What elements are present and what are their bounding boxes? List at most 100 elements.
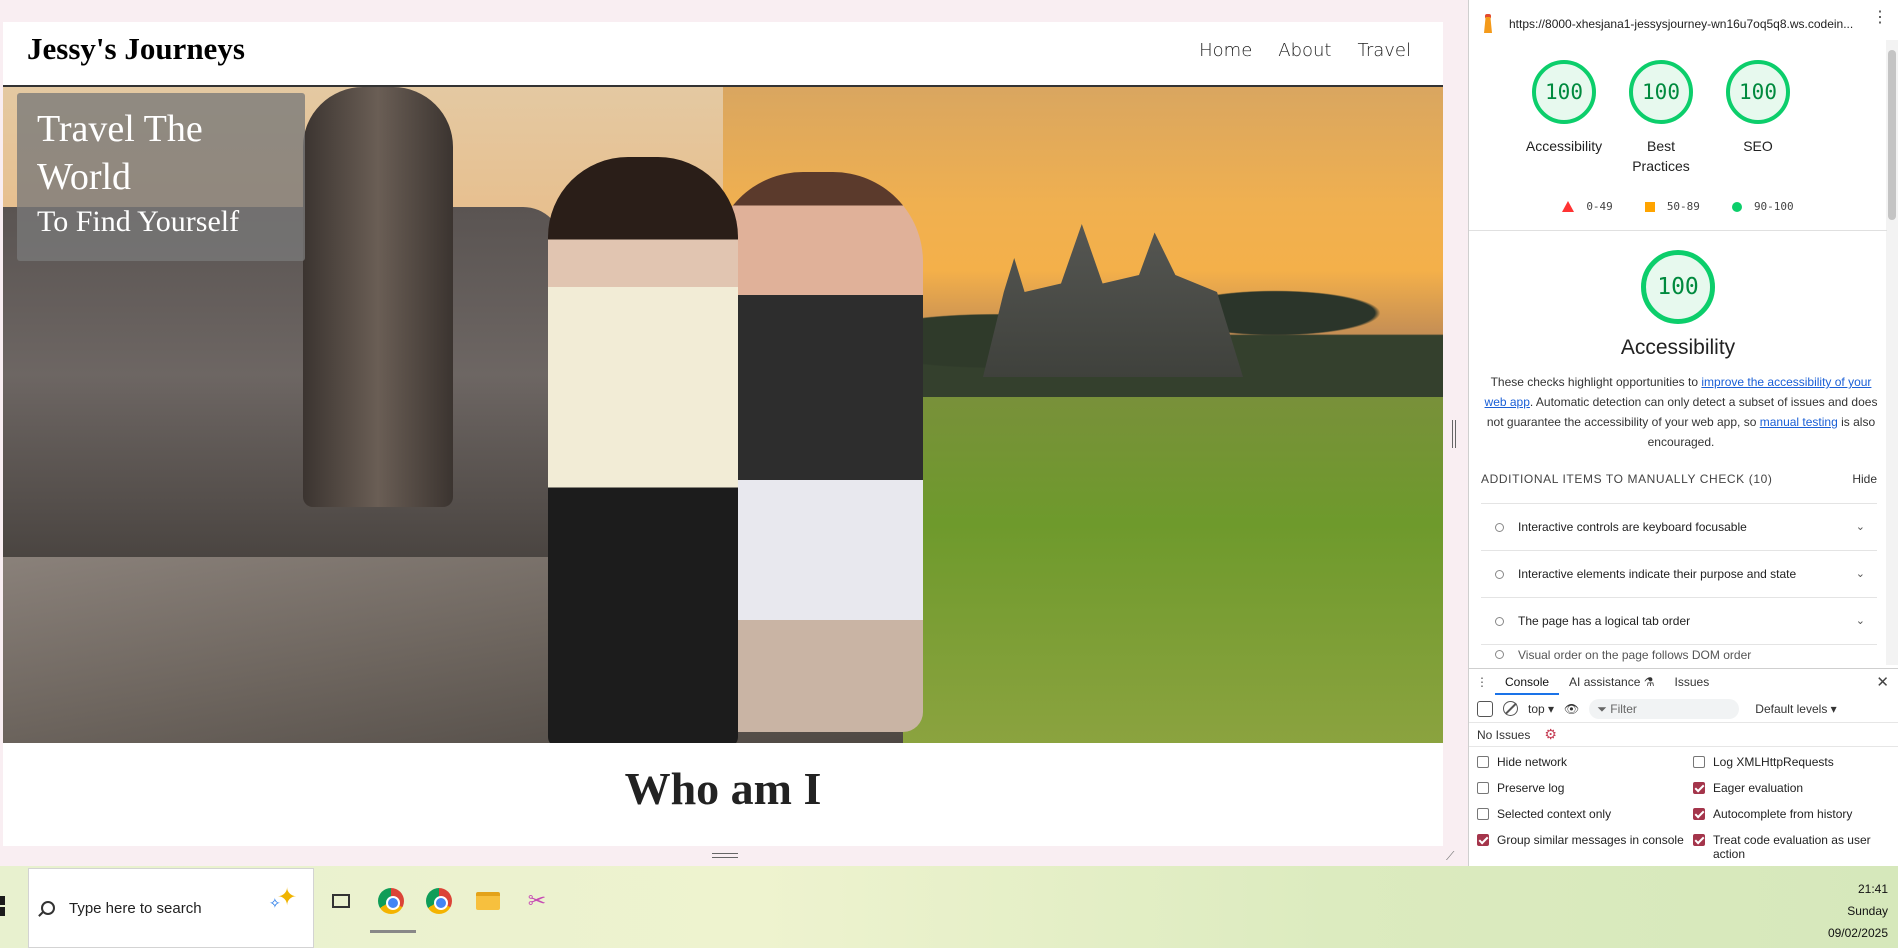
score-label: Best Practices [1632,138,1690,174]
hero-person-man [713,172,923,732]
log-levels-select[interactable]: Default levels ▾ [1755,702,1836,716]
audit-title: The page has a logical tab order [1518,614,1691,628]
chevron-down-icon[interactable]: ⌄ [1856,520,1865,533]
checkbox-checked[interactable] [1693,808,1705,820]
close-drawer-icon[interactable]: ✕ [1876,673,1889,691]
viewport-bottom-resize-handle[interactable] [712,853,738,858]
hero-image: Travel The World To Find Yourself [3,87,1443,743]
chrome-profile-icon[interactable] [424,886,454,916]
setting-autocomplete-history[interactable]: Autocomplete from history [1693,807,1893,827]
legend-label: 0-49 [1586,200,1613,213]
audit-item[interactable]: The page has a logical tab order ⌄ [1481,597,1877,644]
audit-title: Interactive elements indicate their purp… [1518,567,1797,581]
checkbox-checked[interactable] [1693,782,1705,794]
nav-home-link[interactable]: Home [1199,40,1252,61]
clear-console-icon[interactable] [1503,701,1518,716]
manual-checks-header[interactable]: ADDITIONAL ITEMS TO MANUALLY CHECK (10) … [1481,472,1877,486]
legend-label: 90-100 [1753,200,1794,213]
tab-console[interactable]: Console [1495,669,1560,695]
search-icon [41,901,55,915]
site-brand[interactable]: Jessy's Journeys [27,31,245,67]
checkbox[interactable] [1477,808,1489,820]
score-gauge: 100 [1532,60,1596,124]
scrollbar-thumb[interactable] [1888,50,1896,220]
lighthouse-icon [1479,14,1497,34]
audit-item[interactable]: Interactive controls are keyboard focusa… [1481,503,1877,550]
devtools-split-handle[interactable] [1452,420,1456,448]
tab-label: AI assistance [1569,675,1641,689]
setting-eager-evaluation[interactable]: Eager evaluation [1693,781,1893,801]
report-url[interactable]: https://8000-xhesjana1-jessysjourney-wn1… [1509,17,1859,31]
viewport-top-strip [0,0,1452,22]
context-select[interactable]: top ▾ [1528,702,1554,716]
chrome-icon[interactable] [376,886,406,916]
score-best-practices[interactable]: 100 Best Practices [1611,60,1711,176]
hero-subtitle: To Find Yourself [37,205,240,238]
score-gauge: 100 [1726,60,1790,124]
audit-item[interactable]: Interactive elements indicate their purp… [1481,550,1877,597]
eye-icon[interactable]: 👁 [1564,702,1579,716]
console-settings: Hide network Log XMLHttpRequests Preserv… [1469,747,1898,861]
setting-group-similar[interactable]: Group similar messages in console [1477,833,1693,861]
browser-viewport: Jessy's Journeys Home About Travel Trave… [0,0,1452,866]
manual-checks-title: ADDITIONAL ITEMS TO MANUALLY CHECK (10) [1481,472,1772,486]
legend-fail: 0-49 [1562,200,1613,213]
clock-date: 09/02/2025 [1827,926,1888,940]
circle-outline-icon [1495,569,1504,579]
report-scrollbar[interactable] [1886,40,1898,665]
filter-input[interactable]: ⏷ Filter [1589,698,1740,719]
category-description: These checks highlight opportunities to … [1481,372,1881,452]
score-legend: 0-49 50-89 90-100 [1469,200,1887,213]
viewport-corner-resize-icon[interactable]: ⟋ [1446,850,1458,862]
gear-icon[interactable]: ⚙ [1544,726,1557,743]
setting-preserve-log[interactable]: Preserve log [1477,781,1693,801]
system-clock[interactable]: 21:41 Sunday 09/02/2025 [1798,878,1888,944]
sidebar-toggle-icon[interactable] [1477,700,1493,717]
setting-log-xmlhttprequests[interactable]: Log XMLHttpRequests [1693,755,1893,775]
taskbar-search-box[interactable]: Type here to search ✦ ✧ [28,868,314,948]
triangle-icon [1562,201,1575,212]
file-explorer-icon[interactable] [473,886,503,916]
more-options-icon[interactable]: ⋮ [1872,10,1888,26]
score-seo[interactable]: 100 SEO [1708,60,1808,156]
audit-item[interactable]: Visual order on the page follows DOM ord… [1481,644,1877,664]
manual-testing-link[interactable]: manual testing [1760,415,1838,429]
manual-checks-count: (10) [1748,472,1773,486]
category-title: Accessibility [1620,336,1736,359]
task-view-icon[interactable] [326,886,356,916]
setting-label: Preserve log [1497,781,1565,795]
nav-about-link[interactable]: About [1278,40,1331,61]
hero-temple [983,224,1243,377]
drawer-menu-icon[interactable]: ⋮ [1469,675,1495,689]
score-gauges: 100 Accessibility 100 Best Practices 100… [1469,60,1887,220]
checkbox[interactable] [1477,782,1489,794]
hide-button[interactable]: Hide [1852,472,1877,486]
checkbox-checked[interactable] [1693,834,1705,846]
chevron-down-icon[interactable]: ⌄ [1856,567,1865,580]
drawer-tabs: ⋮ Console AI assistance ⚗ Issues ✕ [1469,669,1898,695]
hero-text-overlay: Travel The World To Find Yourself [17,93,305,261]
circle-outline-icon [1495,522,1504,532]
setting-hide-network[interactable]: Hide network [1477,755,1693,775]
setting-label: Eager evaluation [1713,781,1804,795]
setting-label: Log XMLHttpRequests [1713,755,1834,769]
audit-title: Interactive controls are keyboard focusa… [1518,520,1747,534]
sparkle-small-icon: ✧ [269,895,281,911]
checkbox[interactable] [1693,756,1705,768]
windows-start-icon[interactable] [0,896,12,916]
score-accessibility[interactable]: 100 Accessibility [1514,60,1614,156]
setting-label: Selected context only [1497,807,1612,821]
circle-icon [1731,201,1742,212]
audit-title: Visual order on the page follows DOM ord… [1518,647,1752,662]
checkbox[interactable] [1477,756,1489,768]
site-header: Jessy's Journeys Home About Travel [3,22,1443,87]
checkbox-checked[interactable] [1477,834,1489,846]
setting-selected-context-only[interactable]: Selected context only [1477,807,1693,827]
no-issues-text[interactable]: No Issues [1477,728,1530,742]
nav-travel-link[interactable]: Travel [1357,40,1411,61]
snipping-tool-icon[interactable]: ✂ [522,886,552,916]
tab-issues[interactable]: Issues [1665,669,1720,695]
chevron-down-icon[interactable]: ⌄ [1856,614,1865,627]
setting-treat-code-evaluation[interactable]: Treat code evaluation as user action [1693,833,1893,861]
tab-ai-assistance[interactable]: AI assistance ⚗ [1559,669,1664,695]
